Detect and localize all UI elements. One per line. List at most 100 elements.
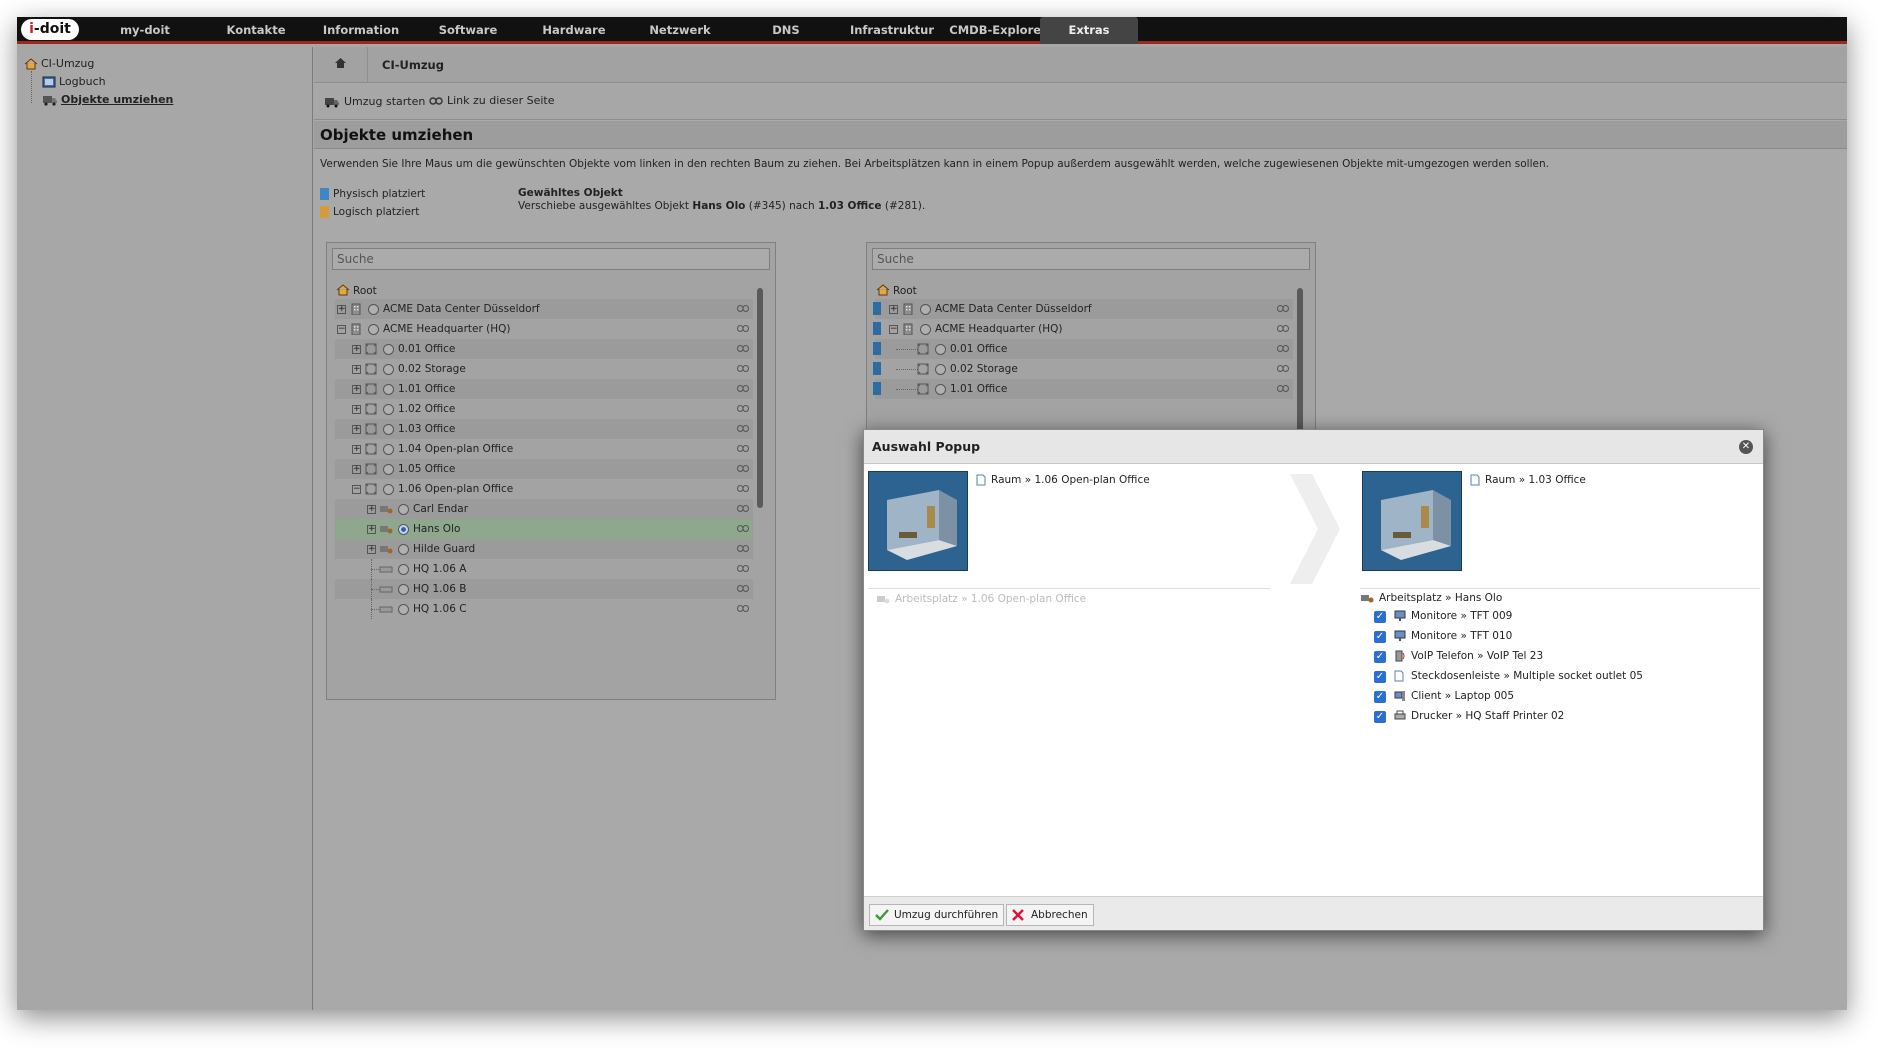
tree-row[interactable]: + Hilde Guard [335, 539, 753, 559]
expand-toggle[interactable]: + [352, 425, 361, 434]
link-icon[interactable] [737, 525, 749, 532]
expand-toggle[interactable]: + [889, 305, 898, 314]
source-tree-scrollbar[interactable] [757, 288, 763, 508]
tree-row[interactable]: − ACME Headquarter (HQ) [335, 319, 753, 339]
expand-toggle[interactable]: + [352, 345, 361, 354]
link-icon[interactable] [737, 305, 749, 312]
select-radio[interactable] [920, 304, 931, 315]
tree-row[interactable]: 0.01 Office [873, 339, 1293, 359]
select-radio[interactable] [383, 364, 394, 375]
expand-toggle[interactable]: + [367, 505, 376, 514]
tree-row[interactable]: HQ 1.06 B [335, 579, 753, 599]
nav-cmdb-explorer[interactable]: CMDB-Explorer [945, 17, 1051, 44]
select-radio[interactable] [368, 304, 379, 315]
confirm-move-button[interactable]: Umzug durchführen [869, 904, 1005, 926]
nav-netzwerk[interactable]: Netzwerk [627, 17, 733, 44]
link-icon[interactable] [1277, 305, 1289, 312]
target-tree-search-input[interactable]: Suche [872, 248, 1310, 270]
expand-toggle[interactable]: + [352, 465, 361, 474]
nav-infrastruktur[interactable]: Infrastruktur [839, 17, 945, 44]
nav-my-doit[interactable]: my-doit [92, 17, 198, 44]
link-icon[interactable] [737, 385, 749, 392]
select-radio[interactable] [398, 604, 409, 615]
link-icon[interactable] [737, 545, 749, 552]
tree-row[interactable]: +1.03 Office [335, 419, 753, 439]
tree-root[interactable]: Root [875, 281, 1293, 301]
select-radio[interactable] [920, 324, 931, 335]
tree-row[interactable]: + ACME Data Center Düsseldorf [335, 299, 753, 319]
link-icon[interactable] [1277, 345, 1289, 352]
tree-row[interactable]: +1.01 Office [335, 379, 753, 399]
link-icon[interactable] [737, 425, 749, 432]
tree-row[interactable]: 0.02 Storage [873, 359, 1293, 379]
expand-toggle[interactable]: − [337, 325, 346, 334]
link-icon[interactable] [737, 405, 749, 412]
sidebar-item-logbuch[interactable]: Logbuch [42, 74, 106, 90]
source-tree-search-input[interactable]: Suche [332, 248, 770, 270]
home-icon[interactable] [334, 57, 347, 69]
include-checkbox[interactable]: ✓ [1374, 651, 1386, 663]
tree-row[interactable]: +0.02 Storage [335, 359, 753, 379]
select-radio[interactable] [398, 524, 409, 535]
select-radio[interactable] [935, 384, 946, 395]
tree-root[interactable]: Root [335, 281, 753, 301]
tree-row[interactable]: +1.02 Office [335, 399, 753, 419]
include-checkbox[interactable]: ✓ [1374, 691, 1386, 703]
expand-toggle[interactable]: + [337, 305, 346, 314]
tree-row[interactable]: + Carl Endar [335, 499, 753, 519]
select-radio[interactable] [383, 344, 394, 355]
link-icon[interactable] [737, 585, 749, 592]
select-radio[interactable] [383, 424, 394, 435]
expand-toggle[interactable]: + [352, 385, 361, 394]
page-link-button[interactable]: Link zu dieser Seite [429, 94, 554, 107]
tree-row[interactable]: − ACME Headquarter (HQ) [873, 319, 1293, 339]
link-icon[interactable] [1277, 325, 1289, 332]
select-radio[interactable] [398, 564, 409, 575]
tree-row[interactable]: − 1.06 Open-plan Office [335, 479, 753, 499]
tree-row[interactable]: HQ 1.06 A [335, 559, 753, 579]
tree-row[interactable]: + Hans Olo [335, 519, 753, 539]
close-icon[interactable]: ✕ [1739, 440, 1753, 454]
breadcrumb-current[interactable]: CI-Umzug [382, 58, 444, 72]
select-radio[interactable] [383, 444, 394, 455]
tree-row[interactable]: + ACME Data Center Düsseldorf [873, 299, 1293, 319]
expand-toggle[interactable]: − [889, 325, 898, 334]
start-move-button[interactable]: Umzug starten [324, 95, 425, 108]
select-radio[interactable] [383, 384, 394, 395]
link-icon[interactable] [737, 465, 749, 472]
link-icon[interactable] [737, 605, 749, 612]
expand-toggle[interactable]: + [367, 525, 376, 534]
nav-information[interactable]: Information [308, 17, 414, 44]
expand-toggle[interactable]: + [367, 545, 376, 554]
select-radio[interactable] [383, 484, 394, 495]
nav-dns[interactable]: DNS [733, 17, 839, 44]
expand-toggle[interactable]: − [352, 485, 361, 494]
link-icon[interactable] [737, 345, 749, 352]
nav-kontakte[interactable]: Kontakte [203, 17, 309, 44]
select-radio[interactable] [935, 344, 946, 355]
expand-toggle[interactable]: + [352, 365, 361, 374]
link-icon[interactable] [1277, 385, 1289, 392]
tree-row[interactable]: +1.05 Office [335, 459, 753, 479]
cancel-button[interactable]: Abbrechen [1006, 904, 1094, 926]
include-checkbox[interactable]: ✓ [1374, 711, 1386, 723]
link-icon[interactable] [737, 505, 749, 512]
link-icon[interactable] [737, 445, 749, 452]
nav-extras[interactable]: Extras [1040, 17, 1138, 44]
i-doit-logo[interactable]: i-doit [21, 19, 79, 40]
select-radio[interactable] [383, 404, 394, 415]
select-radio[interactable] [935, 364, 946, 375]
tree-row[interactable]: +1.04 Open-plan Office [335, 439, 753, 459]
link-icon[interactable] [737, 565, 749, 572]
select-radio[interactable] [398, 504, 409, 515]
include-checkbox[interactable]: ✓ [1374, 671, 1386, 683]
select-radio[interactable] [383, 464, 394, 475]
expand-toggle[interactable]: + [352, 405, 361, 414]
expand-toggle[interactable]: + [352, 445, 361, 454]
sidebar-item-objekte-umziehen[interactable]: Objekte umziehen [42, 92, 173, 108]
select-radio[interactable] [398, 584, 409, 595]
sidebar-root[interactable]: CI-Umzug [24, 56, 94, 72]
tree-row[interactable]: 1.01 Office [873, 379, 1293, 399]
link-icon[interactable] [1277, 365, 1289, 372]
select-radio[interactable] [398, 544, 409, 555]
